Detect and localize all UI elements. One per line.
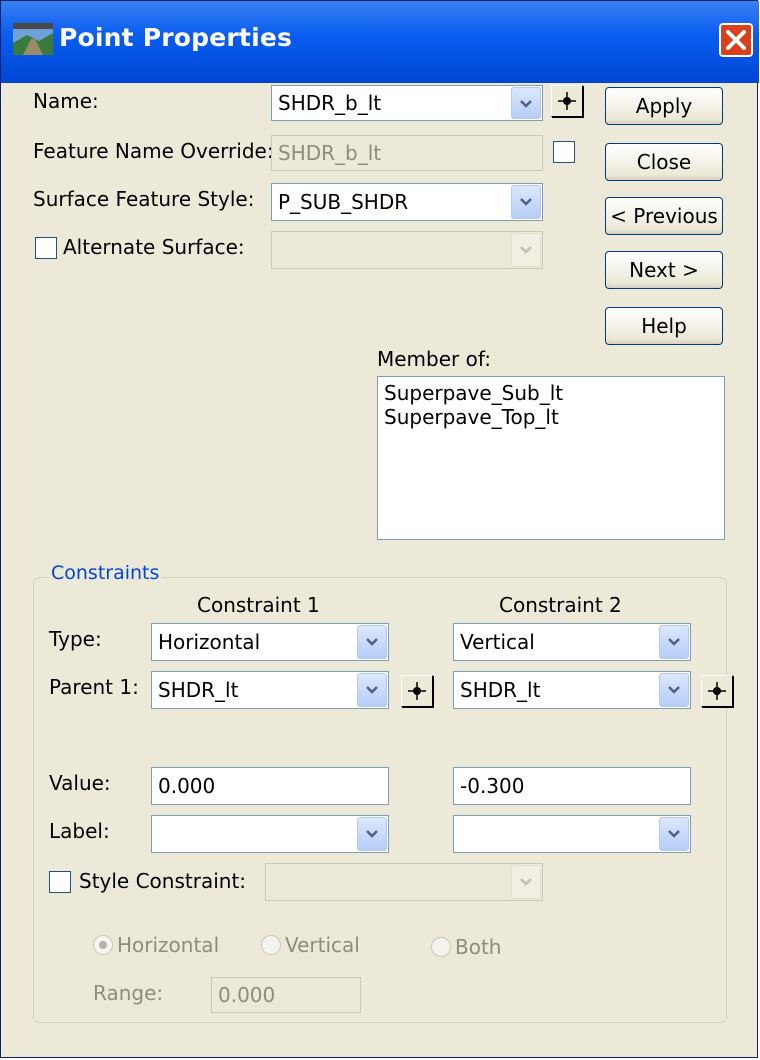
previous-button[interactable]: < Previous [605, 197, 723, 235]
chevron-down-icon[interactable] [659, 625, 689, 659]
alternate-surface-dropdown[interactable] [271, 231, 543, 269]
constraint-2-type-value: Vertical [460, 630, 535, 654]
surface-style-value: P_SUB_SHDR [278, 190, 409, 214]
constraint-1-value-input[interactable]: 0.000 [151, 767, 389, 805]
constraint-2-parent-dropdown[interactable]: SHDR_lt [453, 671, 691, 709]
value-label: Value: [49, 771, 111, 795]
constraint-2-parent-value: SHDR_lt [460, 678, 541, 702]
parent-1-label: Parent 1: [49, 675, 139, 699]
style-constraint-dropdown[interactable] [265, 863, 543, 901]
feature-override-label: Feature Name Override: [33, 139, 274, 163]
name-value: SHDR_b_lt [278, 91, 382, 115]
constraint-2-type-dropdown[interactable]: Vertical [453, 623, 691, 661]
radio-selected-dot [99, 941, 107, 949]
close-window-button[interactable] [719, 23, 753, 57]
feature-override-checkbox[interactable] [553, 141, 575, 163]
close-button[interactable]: Close [605, 143, 723, 181]
window-title: Point Properties [59, 23, 293, 52]
constraint-2-header: Constraint 2 [499, 593, 622, 617]
member-of-list[interactable]: Superpave_Sub_lt Superpave_Top_lt [377, 376, 725, 540]
chevron-down-icon[interactable] [659, 817, 689, 851]
chevron-down-icon[interactable] [511, 185, 541, 219]
close-icon [726, 30, 746, 50]
constraint-1-parent-value: SHDR_lt [158, 678, 239, 702]
help-button[interactable]: Help [605, 307, 723, 345]
style-constraint-label: Style Constraint: [79, 869, 247, 893]
chevron-down-icon[interactable] [357, 817, 387, 851]
constraint-2-label-dropdown[interactable] [453, 815, 691, 853]
style-constraint-checkbox[interactable] [49, 871, 71, 893]
range-label: Range: [93, 981, 164, 1005]
both-radio[interactable] [431, 937, 451, 957]
apply-button[interactable]: Apply [605, 87, 723, 125]
feature-override-input[interactable]: SHDR_b_lt [271, 135, 543, 171]
list-item[interactable]: Superpave_Sub_lt [384, 381, 718, 405]
list-item[interactable]: Superpave_Top_lt [384, 405, 718, 429]
both-radio-label: Both [455, 935, 502, 959]
constraint-2-value-input[interactable]: -0.300 [453, 767, 691, 805]
vertical-radio-label: Vertical [285, 933, 360, 957]
chevron-down-icon[interactable] [357, 673, 387, 707]
constraint-1-parent-pick-button[interactable] [401, 675, 433, 707]
app-icon [13, 23, 53, 55]
horizontal-radio-label: Horizontal [117, 933, 220, 957]
chevron-down-icon [511, 233, 541, 267]
range-input[interactable]: 0.000 [211, 977, 361, 1013]
alternate-surface-checkbox[interactable] [35, 237, 57, 259]
alternate-surface-label: Alternate Surface: [63, 235, 245, 259]
name-pick-button[interactable] [551, 85, 583, 117]
constraint-1-type-value: Horizontal [158, 630, 261, 654]
next-button[interactable]: Next > [605, 251, 723, 289]
surface-style-dropdown[interactable]: P_SUB_SHDR [271, 183, 543, 221]
constraint-1-header: Constraint 1 [197, 593, 320, 617]
label-label: Label: [49, 819, 110, 843]
crosshair-icon [408, 682, 426, 700]
constraint-1-label-dropdown[interactable] [151, 815, 389, 853]
member-of-label: Member of: [377, 347, 491, 371]
crosshair-icon [708, 682, 726, 700]
type-label: Type: [49, 627, 102, 651]
chevron-down-icon[interactable] [659, 673, 689, 707]
chevron-down-icon[interactable] [511, 87, 541, 119]
name-label: Name: [33, 89, 99, 113]
point-properties-dialog: Point Properties Name: SHDR_b_lt Feature… [0, 0, 759, 1058]
crosshair-icon [558, 92, 576, 110]
vertical-radio[interactable] [261, 935, 281, 955]
constraint-1-parent-dropdown[interactable]: SHDR_lt [151, 671, 389, 709]
surface-style-label: Surface Feature Style: [33, 187, 255, 211]
title-bar[interactable]: Point Properties [1, 1, 759, 83]
chevron-down-icon [511, 865, 541, 899]
constraints-title: Constraints [49, 562, 162, 584]
name-dropdown[interactable]: SHDR_b_lt [271, 85, 543, 121]
constraint-1-type-dropdown[interactable]: Horizontal [151, 623, 389, 661]
horizontal-radio[interactable] [93, 935, 113, 955]
chevron-down-icon[interactable] [357, 625, 387, 659]
constraint-2-parent-pick-button[interactable] [701, 675, 733, 707]
